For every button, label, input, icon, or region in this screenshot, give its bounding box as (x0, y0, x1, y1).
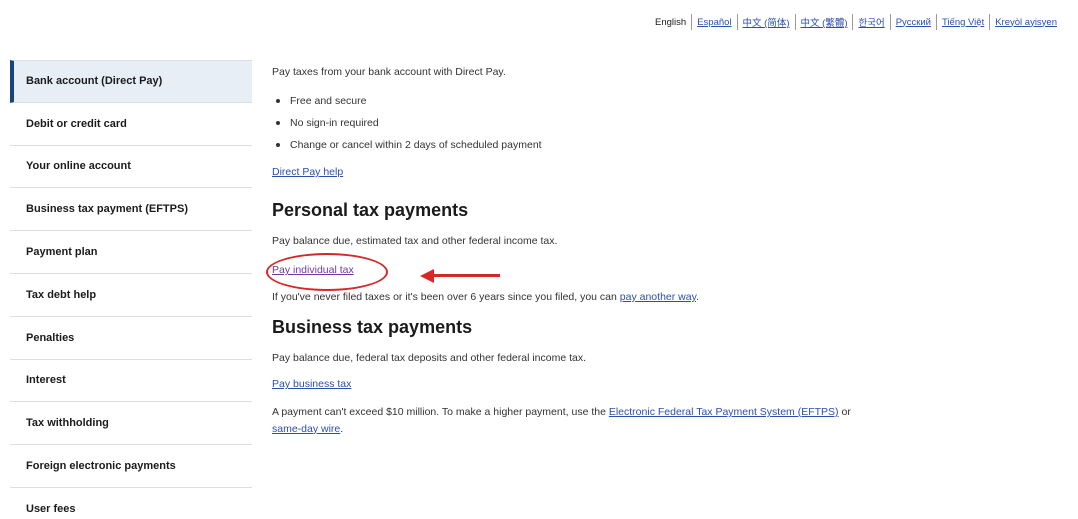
lang-english[interactable]: English (650, 17, 691, 28)
lang-korean[interactable]: 한국어 (853, 15, 889, 29)
list-item: Change or cancel within 2 days of schedu… (276, 134, 1062, 156)
sidebar-item-payment-plan[interactable]: Payment plan (10, 231, 252, 274)
pay-business-row: Pay business tax (272, 378, 1062, 390)
arrow-left-icon (420, 269, 500, 283)
bullet-icon (276, 143, 280, 147)
pay-another-way-link[interactable]: pay another way (620, 291, 696, 303)
sidebar-item-eftps[interactable]: Business tax payment (EFTPS) (10, 188, 252, 232)
pay-business-tax-link[interactable]: Pay business tax (272, 378, 351, 390)
sidebar-nav: Bank account (Direct Pay) Debit or credi… (10, 60, 252, 519)
personal-tax-heading: Personal tax payments (272, 200, 469, 220)
business-tax-heading: Business tax payments (272, 317, 473, 337)
intro-text: Pay taxes from your bank account with Di… (272, 66, 506, 78)
sidebar-item-tax-withholding[interactable]: Tax withholding (10, 402, 252, 446)
list-item: No sign-in required (276, 112, 1062, 134)
bullet-icon (276, 99, 280, 103)
sidebar-item-foreign-payments[interactable]: Foreign electronic payments (10, 445, 252, 488)
language-selector: English Español 中文 (简体) 中文 (繁體) 한국어 Pусс… (650, 14, 1062, 30)
sidebar-item-tax-debt-help[interactable]: Tax debt help (10, 274, 252, 317)
sidebar-item-online-account[interactable]: Your online account (10, 146, 252, 189)
lang-haitian-creole[interactable]: Kreyòl ayisyen (990, 17, 1062, 28)
personal-tax-note: If you've never filed taxes or it's been… (272, 291, 699, 303)
lang-chinese-simplified[interactable]: 中文 (简体) (738, 15, 795, 29)
lang-russian[interactable]: Pусский (891, 17, 936, 28)
sidebar-item-direct-pay[interactable]: Bank account (Direct Pay) (10, 60, 252, 103)
personal-tax-description: Pay balance due, estimated tax and other… (272, 235, 558, 247)
eftps-link[interactable]: Electronic Federal Tax Payment System (E… (609, 406, 839, 418)
sidebar-item-user-fees[interactable]: User fees (10, 488, 252, 519)
bullet-icon (276, 121, 280, 125)
lang-vietnamese[interactable]: Tiếng Việt (937, 17, 989, 28)
same-day-wire-link[interactable]: same-day wire (272, 423, 340, 435)
sidebar-item-interest[interactable]: Interest (10, 360, 252, 403)
business-tax-description: Pay balance due, federal tax deposits an… (272, 352, 587, 364)
sidebar-item-debit-credit-card[interactable]: Debit or credit card (10, 103, 252, 146)
pay-individual-tax-link[interactable]: Pay individual tax (272, 264, 354, 276)
pay-individual-row: Pay individual tax (266, 253, 1062, 291)
lang-spanish[interactable]: Español (692, 17, 736, 28)
list-item: Free and secure (276, 90, 1062, 112)
direct-pay-help-link[interactable]: Direct Pay help (272, 166, 343, 178)
main-content: Pay taxes from your bank account with Di… (266, 66, 1062, 452)
feature-list: Free and secure No sign-in required Chan… (276, 90, 1062, 156)
lang-chinese-traditional[interactable]: 中文 (繁體) (796, 15, 853, 29)
business-tax-note: A payment can't exceed $10 million. To m… (272, 406, 851, 435)
sidebar-item-penalties[interactable]: Penalties (10, 317, 252, 360)
